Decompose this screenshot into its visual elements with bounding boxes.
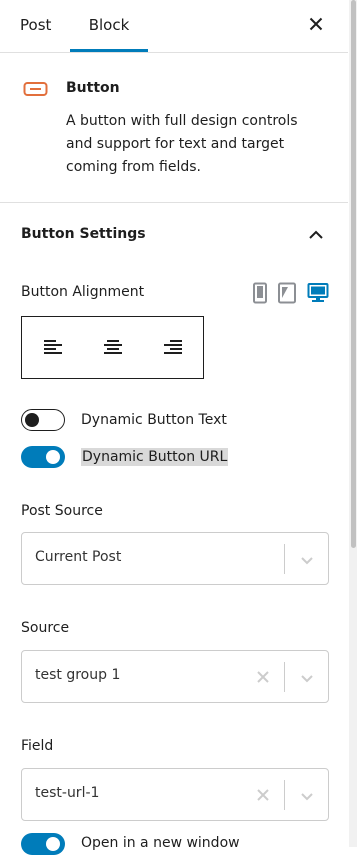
post-source-select[interactable]: Current Post bbox=[21, 532, 329, 585]
tab-block[interactable]: Block bbox=[70, 0, 148, 52]
clear-icon[interactable] bbox=[254, 668, 272, 690]
tablet-device-icon[interactable] bbox=[277, 282, 297, 308]
alignment-button-group bbox=[21, 316, 204, 379]
block-description: A button with full design controls and s… bbox=[66, 113, 298, 175]
post-source-value: Current Post bbox=[35, 549, 122, 565]
clear-icon[interactable] bbox=[254, 786, 272, 808]
scrollbar-thumb[interactable] bbox=[351, 0, 356, 548]
tab-post[interactable]: Post bbox=[20, 0, 51, 52]
button-block-icon bbox=[23, 80, 49, 102]
dynamic-url-label-wrap: Dynamic Button URL bbox=[81, 448, 229, 466]
new-window-label[interactable]: Open in a new window bbox=[81, 835, 240, 851]
field-select[interactable]: test-url-1 bbox=[21, 768, 329, 821]
toggle-knob bbox=[25, 413, 39, 427]
dynamic-url-toggle[interactable] bbox=[21, 446, 65, 468]
align-right-icon[interactable] bbox=[158, 332, 188, 362]
align-left-icon[interactable] bbox=[38, 332, 68, 362]
toggle-knob bbox=[46, 837, 60, 851]
field-value: test-url-1 bbox=[35, 785, 100, 801]
chevron-down-icon[interactable] bbox=[298, 551, 316, 573]
source-value: test group 1 bbox=[35, 667, 121, 683]
select-separator bbox=[284, 544, 285, 574]
dynamic-text-label[interactable]: Dynamic Button Text bbox=[81, 412, 227, 428]
select-separator bbox=[284, 780, 285, 810]
dynamic-url-label[interactable]: Dynamic Button URL bbox=[81, 448, 229, 466]
align-center-icon[interactable] bbox=[98, 332, 128, 362]
source-select[interactable]: test group 1 bbox=[21, 650, 329, 703]
new-window-toggle[interactable] bbox=[21, 833, 65, 855]
close-icon[interactable] bbox=[304, 12, 328, 36]
chevron-down-icon[interactable] bbox=[298, 669, 316, 691]
chevron-down-icon[interactable] bbox=[298, 787, 316, 809]
select-separator bbox=[284, 662, 285, 692]
mobile-device-icon[interactable] bbox=[251, 282, 269, 308]
active-tab-indicator bbox=[70, 49, 148, 52]
sidebar-tabs: Post Block bbox=[0, 0, 348, 53]
field-label: Field bbox=[21, 738, 54, 754]
toggle-knob bbox=[46, 450, 60, 464]
block-title: Button bbox=[66, 80, 120, 96]
chevron-up-icon[interactable] bbox=[305, 224, 327, 250]
dynamic-text-toggle[interactable] bbox=[21, 409, 65, 431]
alignment-label: Button Alignment bbox=[21, 284, 145, 300]
post-source-label: Post Source bbox=[21, 503, 103, 519]
desktop-device-icon[interactable] bbox=[307, 282, 329, 308]
source-label: Source bbox=[21, 620, 70, 636]
panel-title[interactable]: Button Settings bbox=[21, 226, 146, 242]
